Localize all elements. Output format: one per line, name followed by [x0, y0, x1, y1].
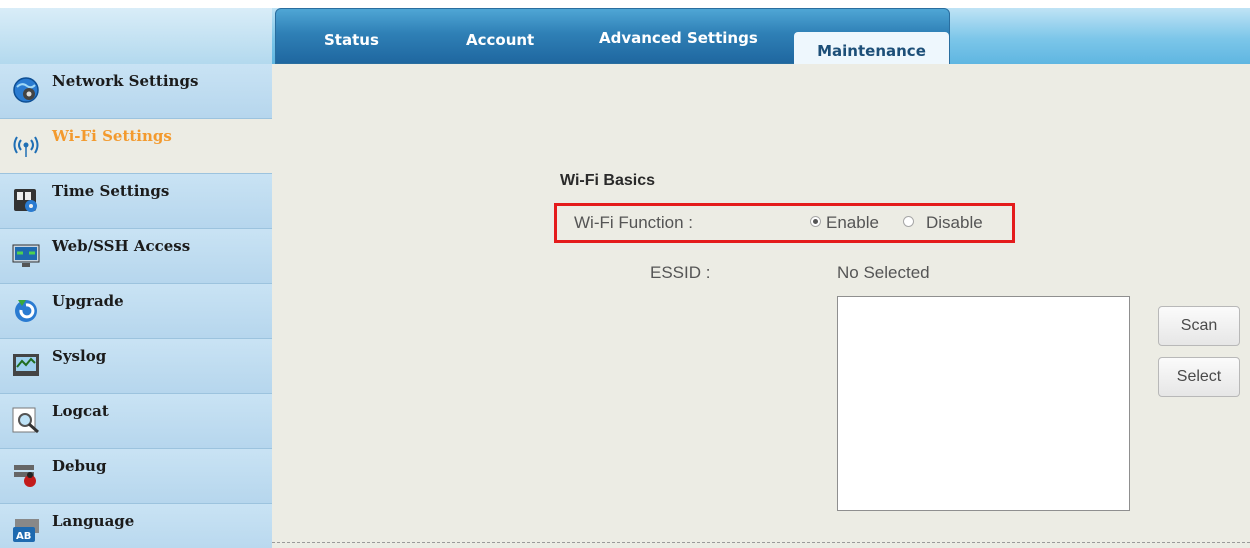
tab-bar: Status Account Advanced Settings Mainten…	[275, 8, 950, 73]
sidebar-item-label: Language	[52, 512, 135, 530]
sidebar-item-label: Debug	[52, 457, 107, 475]
essid-value: No Selected	[837, 263, 930, 282]
sidebar-item-label: Wi-Fi Settings	[52, 127, 172, 145]
magnifier-icon	[12, 407, 39, 434]
sidebar: Network Settings Wi-Fi Settings Time Set…	[0, 64, 272, 548]
essid-list[interactable]	[837, 296, 1130, 511]
essid-label: ESSID :	[650, 263, 711, 282]
scan-button[interactable]: Scan	[1158, 306, 1240, 346]
tab-status[interactable]: Status	[324, 31, 379, 53]
sidebar-item-upgrade[interactable]: Upgrade	[0, 284, 272, 339]
globe-gear-icon	[13, 77, 39, 103]
select-button[interactable]: Select	[1158, 357, 1240, 397]
syslog-chart-icon	[13, 354, 39, 376]
enable-radio[interactable]	[810, 216, 821, 227]
sidebar-item-debug[interactable]: Debug	[0, 449, 272, 504]
sidebar-item-time-settings[interactable]: Time Settings	[0, 174, 272, 229]
banner-left	[0, 8, 272, 64]
section-title: Wi-Fi Basics	[560, 172, 655, 189]
sidebar-item-syslog[interactable]: Syslog	[0, 339, 272, 394]
svg-text:AB: AB	[16, 531, 31, 542]
sidebar-item-wifi-settings[interactable]: Wi-Fi Settings	[0, 119, 272, 174]
sidebar-item-label: Network Settings	[52, 72, 199, 90]
sidebar-item-label: Logcat	[52, 402, 109, 420]
monitor-network-icon	[12, 244, 40, 267]
language-ab-icon: AB	[13, 519, 39, 542]
upgrade-arrow-icon	[15, 300, 37, 322]
sidebar-item-network-settings[interactable]: Network Settings	[0, 64, 272, 119]
sidebar-item-label: Time Settings	[52, 182, 170, 200]
clock-gear-icon	[14, 189, 37, 212]
sidebar-item-language[interactable]: AB Language	[0, 504, 272, 548]
tab-account[interactable]: Account	[466, 31, 534, 53]
bottom-divider	[272, 542, 1250, 543]
sidebar-item-web-ssh-access[interactable]: Web/SSH Access	[0, 229, 272, 284]
sidebar-item-label: Upgrade	[52, 292, 124, 310]
enable-label[interactable]: Enable	[826, 213, 879, 233]
disable-radio[interactable]	[903, 216, 914, 227]
wifi-function-label: Wi-Fi Function :	[574, 213, 694, 232]
bug-icon	[14, 465, 36, 487]
wifi-signal-icon	[13, 136, 39, 157]
sidebar-item-label: Web/SSH Access	[52, 237, 191, 255]
sidebar-item-label: Syslog	[52, 347, 107, 365]
disable-label[interactable]: Disable	[926, 213, 983, 233]
sidebar-item-logcat[interactable]: Logcat	[0, 394, 272, 449]
tab-advanced-settings[interactable]: Advanced Settings	[599, 29, 758, 51]
